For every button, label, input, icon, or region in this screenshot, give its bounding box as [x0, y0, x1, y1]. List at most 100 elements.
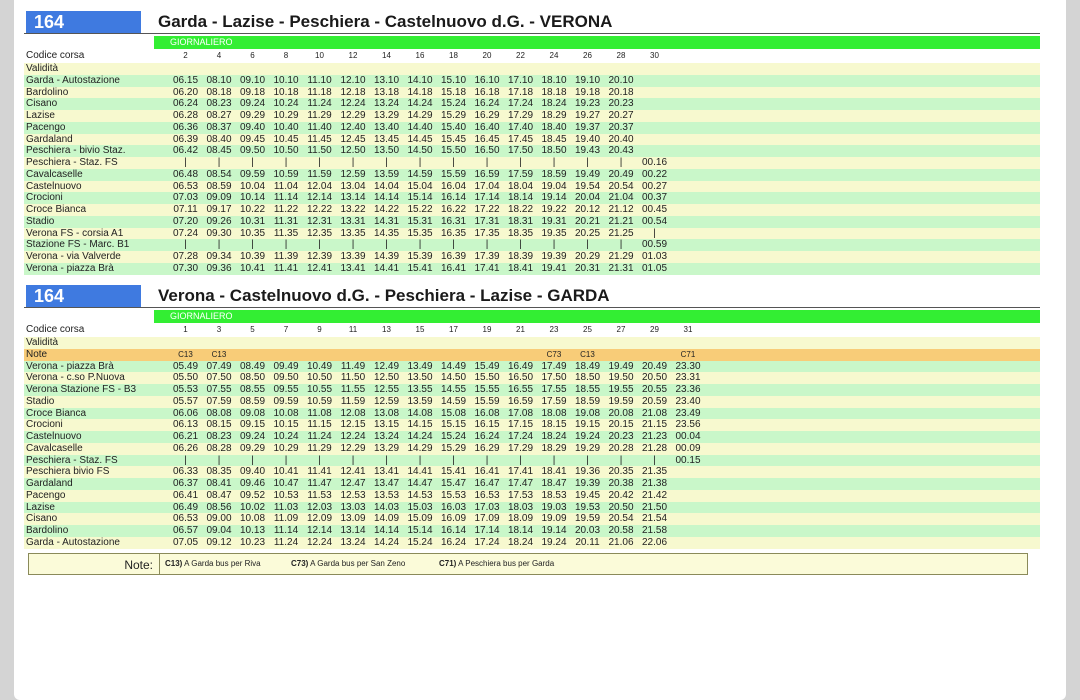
time-cell: 18.49 — [574, 360, 601, 372]
time-cell: 15.14 — [407, 192, 433, 204]
time-cell: 17.24 — [507, 431, 534, 442]
time-cell: 11.15 — [307, 419, 332, 431]
time-cell: 16.31 — [440, 215, 467, 227]
time-cell: 20.50 — [608, 501, 634, 513]
code-cell: 17 — [449, 325, 458, 334]
note-code-cell: C71 — [680, 349, 696, 359]
time-cell: 19.08 — [574, 407, 601, 419]
time-cell: 08.49 — [239, 360, 266, 372]
time-cell: 19.55 — [608, 384, 634, 395]
time-cell: 21.25 — [608, 227, 634, 239]
time-cell: 11.24 — [307, 98, 332, 110]
time-cell: 10.41 — [273, 466, 299, 478]
time-cell: 10.45 — [273, 133, 299, 145]
time-cell: 10.14 — [239, 192, 266, 204]
service-band: GIORNALIERO — [154, 310, 1040, 323]
time-cell: 19.09 — [541, 513, 567, 525]
time-cell: 11.04 — [273, 180, 299, 192]
time-cell: 19.59 — [608, 395, 634, 407]
time-cell: 20.27 — [608, 110, 634, 121]
time-cell: 15.10 — [440, 74, 467, 86]
time-cell: 06.26 — [172, 442, 199, 454]
time-cell: 23.40 — [675, 395, 701, 407]
time-cell: 14.24 — [407, 98, 433, 110]
time-cell: 17.04 — [474, 180, 500, 192]
time-cell: 14.59 — [440, 395, 467, 407]
time-cell: 13.39 — [340, 251, 366, 262]
time-cell: 18.50 — [541, 145, 567, 157]
time-cell: 13.41 — [340, 262, 366, 274]
stop-row: Peschiera bivio FS 06.33 08.35 09.40 10.41 11… — [24, 466, 1040, 478]
time-cell: 11.47 — [307, 478, 332, 489]
time-cell: 18.22 — [507, 204, 534, 215]
time-cell: 23.30 — [675, 360, 701, 372]
stop-row: Peschiera - bivio Staz. 06.42 08.45 09.50 10… — [24, 145, 1040, 157]
row-label: Castelnuovo — [26, 180, 82, 192]
route-title: Verona - Castelnuovo d.G. - Peschiera - … — [158, 286, 610, 305]
time-cell: 20.58 — [608, 525, 634, 536]
time-cell: 14.35 — [373, 227, 400, 239]
time-cell: 18.31 — [507, 215, 534, 227]
outbound-timetable: 164 Garda - Lazise - Peschiera - Casteln… — [24, 10, 1040, 275]
time-cell: 12.50 — [340, 145, 366, 157]
time-cell: 06.57 — [172, 525, 199, 536]
time-cell: 14.53 — [407, 489, 433, 501]
time-cell: 11.39 — [273, 251, 299, 262]
row-label: Stadio — [26, 395, 55, 407]
time-cell: 17.53 — [507, 489, 534, 501]
time-cell: 21.54 — [641, 513, 668, 525]
time-cell: 17.15 — [507, 419, 534, 431]
stop-row: Verona - via Valverde 07.28 09.34 10.39 11.3… — [24, 251, 1040, 263]
time-cell: 14.29 — [407, 442, 433, 454]
time-cell: 19.31 — [541, 215, 567, 227]
time-cell: 23.31 — [675, 372, 701, 384]
time-cell: 12.41 — [306, 262, 333, 274]
time-cell: 11.09 — [273, 513, 299, 525]
time-cell: 18.53 — [541, 489, 567, 501]
code-cell: 18 — [449, 51, 458, 60]
time-cell: 07.11 — [173, 204, 198, 215]
time-cell: 21.08 — [641, 407, 668, 419]
time-cell: | — [653, 227, 656, 239]
time-cell: 11.49 — [340, 360, 366, 372]
time-cell: 09.29 — [239, 442, 266, 454]
time-cell: 11.35 — [273, 227, 299, 239]
time-cell: 08.15 — [206, 419, 232, 431]
time-cell: 12.40 — [340, 121, 366, 133]
time-cell: 14.50 — [407, 145, 433, 157]
time-cell: 20.21 — [574, 215, 601, 227]
time-cell: 20.42 — [608, 489, 634, 501]
stop-row: Peschiera - Staz. FS | | | | | | | | | | | | | | 00.16 — [24, 157, 1040, 169]
time-cell: 20.49 — [608, 168, 634, 180]
code-cell: 2 — [183, 51, 188, 60]
time-cell: 08.10 — [206, 74, 232, 86]
time-cell: 13.53 — [373, 489, 400, 501]
time-cell: | — [586, 239, 589, 251]
header-rule — [24, 33, 1040, 34]
time-cell: 09.52 — [239, 489, 266, 501]
time-cell: 18.41 — [507, 262, 534, 274]
time-cell: 19.45 — [574, 489, 601, 501]
time-cell: 09.50 — [239, 145, 266, 157]
time-cell: 12.09 — [306, 513, 333, 525]
time-cell: 15.14 — [407, 525, 433, 536]
time-cell: 20.38 — [608, 478, 634, 489]
row-label: Peschiera - Staz. FS — [26, 157, 118, 168]
row-label: Peschiera - Staz. FS — [26, 454, 118, 466]
code-cell: 20 — [482, 51, 492, 60]
row-label: Crocioni — [26, 192, 63, 204]
time-cell: 15.39 — [407, 251, 433, 262]
time-cell: 14.10 — [407, 74, 433, 86]
time-cell: 23.56 — [675, 419, 701, 431]
time-cell: 19.49 — [574, 168, 601, 180]
time-cell: 08.08 — [206, 407, 232, 419]
time-cell: 11.41 — [307, 466, 332, 478]
time-cell: 17.45 — [507, 133, 534, 145]
time-cell: 09.34 — [206, 251, 232, 262]
time-cell: | — [385, 454, 388, 466]
time-cell: 18.24 — [507, 536, 534, 548]
time-cell: 20.31 — [574, 262, 601, 274]
time-cell: 17.55 — [541, 384, 567, 395]
outbound-rows: Codice corsa 2 4 6 8 10 12 14 16 18 20 22 24 26 28 30 Va… — [24, 49, 1040, 275]
time-cell: 20.03 — [574, 525, 601, 536]
